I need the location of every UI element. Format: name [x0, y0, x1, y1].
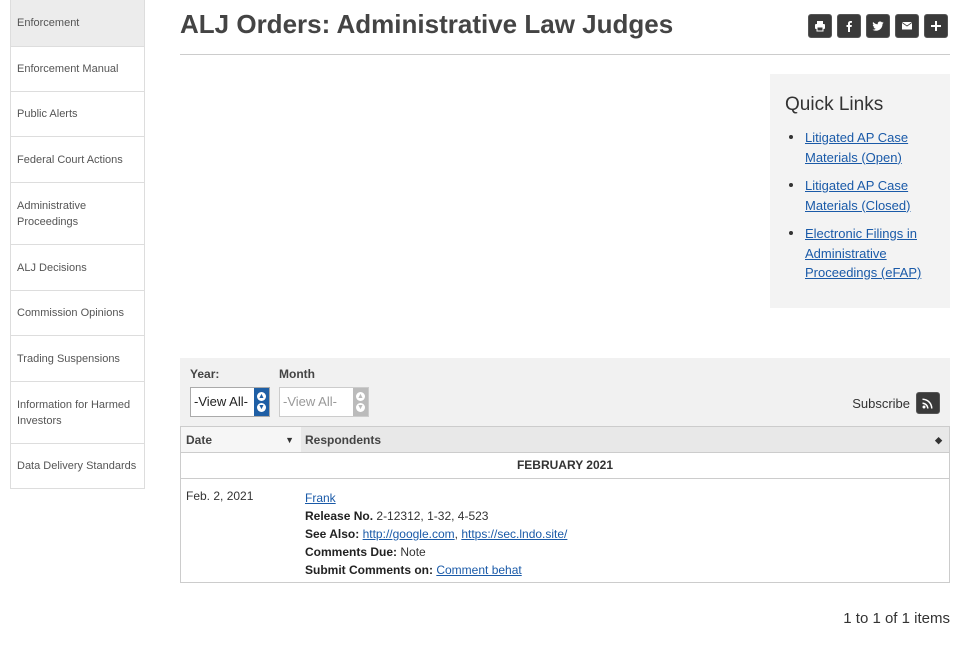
- table-header: Date ▼ Respondents ◆: [181, 426, 949, 453]
- sidebar-item-enforcement-manual[interactable]: Enforcement Manual: [11, 46, 144, 91]
- year-filter: Year: -View All- ▲ ▼: [190, 367, 270, 417]
- sidebar-item-label: Information for Harmed Investors: [17, 398, 131, 427]
- sidebar-item-administrative-proceedings[interactable]: Administrative Proceedings: [11, 182, 144, 244]
- subscribe-label: Subscribe: [852, 395, 910, 411]
- plus-icon: [931, 21, 941, 31]
- see-also-label: See Also:: [305, 527, 360, 541]
- twitter-share-button[interactable]: [866, 14, 890, 38]
- month-select[interactable]: -View All- ▲ ▼: [279, 387, 369, 417]
- facebook-icon: [846, 21, 852, 32]
- chevron-up-icon: ▲: [356, 392, 365, 401]
- sidebar-item-enforcement[interactable]: Enforcement: [11, 0, 144, 46]
- month-group-header: FEBRUARY 2021: [181, 453, 949, 479]
- facebook-share-button[interactable]: [837, 14, 861, 38]
- quick-link-item: Litigated AP Case Materials (Closed): [785, 176, 936, 215]
- month-filter: Month -View All- ▲ ▼: [279, 367, 369, 417]
- sidebar-item-label: Enforcement Manual: [17, 63, 119, 75]
- row-date: Feb. 2, 2021: [186, 489, 254, 503]
- print-icon: [815, 21, 825, 32]
- sidebar-item-label: Public Alerts: [17, 108, 78, 120]
- comments-due-value: Note: [400, 545, 426, 559]
- filter-panel: Year: -View All- ▲ ▼ Month -View All- ▲ …: [180, 358, 950, 426]
- year-select-arrows[interactable]: ▲ ▼: [254, 388, 269, 416]
- share-toolbar: [808, 14, 948, 38]
- rss-button[interactable]: [916, 392, 940, 414]
- sidebar-item-public-alerts[interactable]: Public Alerts: [11, 91, 144, 136]
- year-label: Year:: [190, 367, 220, 381]
- row-respondent-details: Frank Release No. 2-12312, 1-32, 4-523 S…: [305, 491, 568, 577]
- sidebar-item-trading-suspensions[interactable]: Trading Suspensions: [11, 335, 144, 381]
- see-also-link[interactable]: https://sec.lndo.site/: [461, 527, 567, 541]
- release-value: 2-12312, 1-32, 4-523: [376, 509, 489, 523]
- quick-link-open-cases[interactable]: Litigated AP Case Materials (Open): [805, 130, 908, 165]
- quick-links-panel: Quick Links Litigated AP Case Materials …: [770, 74, 950, 308]
- month-select-arrows[interactable]: ▲ ▼: [353, 388, 368, 416]
- year-select[interactable]: -View All- ▲ ▼: [190, 387, 270, 417]
- email-icon: [902, 22, 912, 30]
- column-label: Date: [186, 432, 213, 447]
- sidebar-item-information-for-harmed-investors[interactable]: Information for Harmed Investors: [11, 381, 144, 443]
- table-row: Feb. 2, 2021 Frank Release No. 2-12312, …: [181, 479, 949, 582]
- quick-link-item: Electronic Filings in Administrative Pro…: [785, 224, 936, 283]
- orders-table: Date ▼ Respondents ◆ FEBRUARY 2021 Feb. …: [180, 426, 950, 583]
- submit-comments-label: Submit Comments on:: [305, 563, 433, 577]
- page-title: ALJ Orders: Administrative Law Judges: [180, 9, 674, 39]
- month-select-value: -View All-: [283, 394, 337, 409]
- print-button[interactable]: [808, 14, 832, 38]
- sidebar-item-label: Trading Suspensions: [17, 352, 120, 365]
- month-label: Month: [279, 367, 315, 381]
- more-share-button[interactable]: [924, 14, 948, 38]
- sort-descending-icon: ▼: [285, 435, 294, 445]
- quick-link-closed-cases[interactable]: Litigated AP Case Materials (Closed): [805, 178, 910, 213]
- year-select-value: -View All-: [194, 394, 248, 409]
- sidebar-item-label: Federal Court Actions: [17, 153, 123, 166]
- respondent-link[interactable]: Frank: [305, 491, 336, 505]
- rss-icon: [922, 398, 933, 409]
- sidebar-item-commission-opinions[interactable]: Commission Opinions: [11, 290, 144, 335]
- sidebar-item-data-delivery-standards[interactable]: Data Delivery Standards: [11, 443, 144, 488]
- release-label: Release No.: [305, 509, 374, 523]
- title-divider: [180, 54, 950, 55]
- comments-due-label: Comments Due:: [305, 545, 398, 559]
- chevron-up-icon: ▲: [257, 392, 266, 401]
- chevron-down-icon: ▼: [257, 403, 266, 412]
- pagination-summary: 1 to 1 of 1 items: [843, 610, 950, 627]
- see-also-link[interactable]: http://google.com: [363, 527, 455, 541]
- chevron-down-icon: ▼: [356, 403, 365, 412]
- email-share-button[interactable]: [895, 14, 919, 38]
- submit-comments-link[interactable]: Comment behat: [436, 563, 521, 577]
- date-column-header[interactable]: Date ▼: [181, 427, 301, 452]
- sidebar-item-label: Enforcement: [17, 17, 80, 29]
- sidebar-item-federal-court-actions[interactable]: Federal Court Actions: [11, 136, 144, 182]
- quick-link-item: Litigated AP Case Materials (Open): [785, 128, 936, 167]
- quick-links-title: Quick Links: [785, 94, 884, 115]
- sidebar-nav: Enforcement Enforcement Manual Public Al…: [10, 0, 145, 489]
- sidebar-item-label: Commission Opinions: [17, 307, 124, 319]
- sidebar-item-label: Administrative Proceedings: [17, 199, 87, 228]
- quick-link-efap[interactable]: Electronic Filings in Administrative Pro…: [805, 226, 921, 280]
- sidebar-item-label: ALJ Decisions: [17, 261, 87, 274]
- respondents-column-header[interactable]: Respondents ◆: [301, 427, 949, 452]
- sidebar-item-alj-decisions[interactable]: ALJ Decisions: [11, 244, 144, 290]
- twitter-icon: [872, 21, 884, 31]
- sidebar-item-label: Data Delivery Standards: [17, 460, 137, 472]
- subscribe-control[interactable]: Subscribe: [852, 392, 940, 414]
- sort-both-icon: ◆: [935, 435, 942, 445]
- column-label: Respondents: [305, 432, 382, 447]
